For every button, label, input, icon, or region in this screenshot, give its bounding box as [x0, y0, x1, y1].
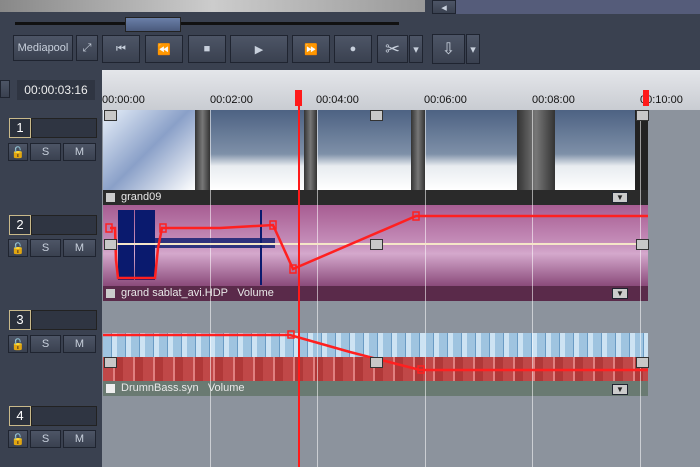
clip-handle[interactable] — [636, 357, 649, 368]
clip-handle[interactable] — [636, 110, 649, 121]
clip-handle[interactable] — [370, 110, 383, 121]
clip-handle[interactable] — [104, 239, 117, 250]
playhead-line[interactable] — [298, 104, 300, 467]
clip-handle[interactable] — [104, 357, 117, 368]
automation-curves — [103, 210, 648, 374]
end-marker[interactable] — [643, 90, 649, 106]
clip-handle[interactable] — [104, 110, 117, 121]
clip-handle[interactable] — [636, 239, 649, 250]
audio-waveform — [118, 210, 275, 285]
clip-handle[interactable] — [370, 357, 383, 368]
clip-handle[interactable] — [370, 239, 383, 250]
